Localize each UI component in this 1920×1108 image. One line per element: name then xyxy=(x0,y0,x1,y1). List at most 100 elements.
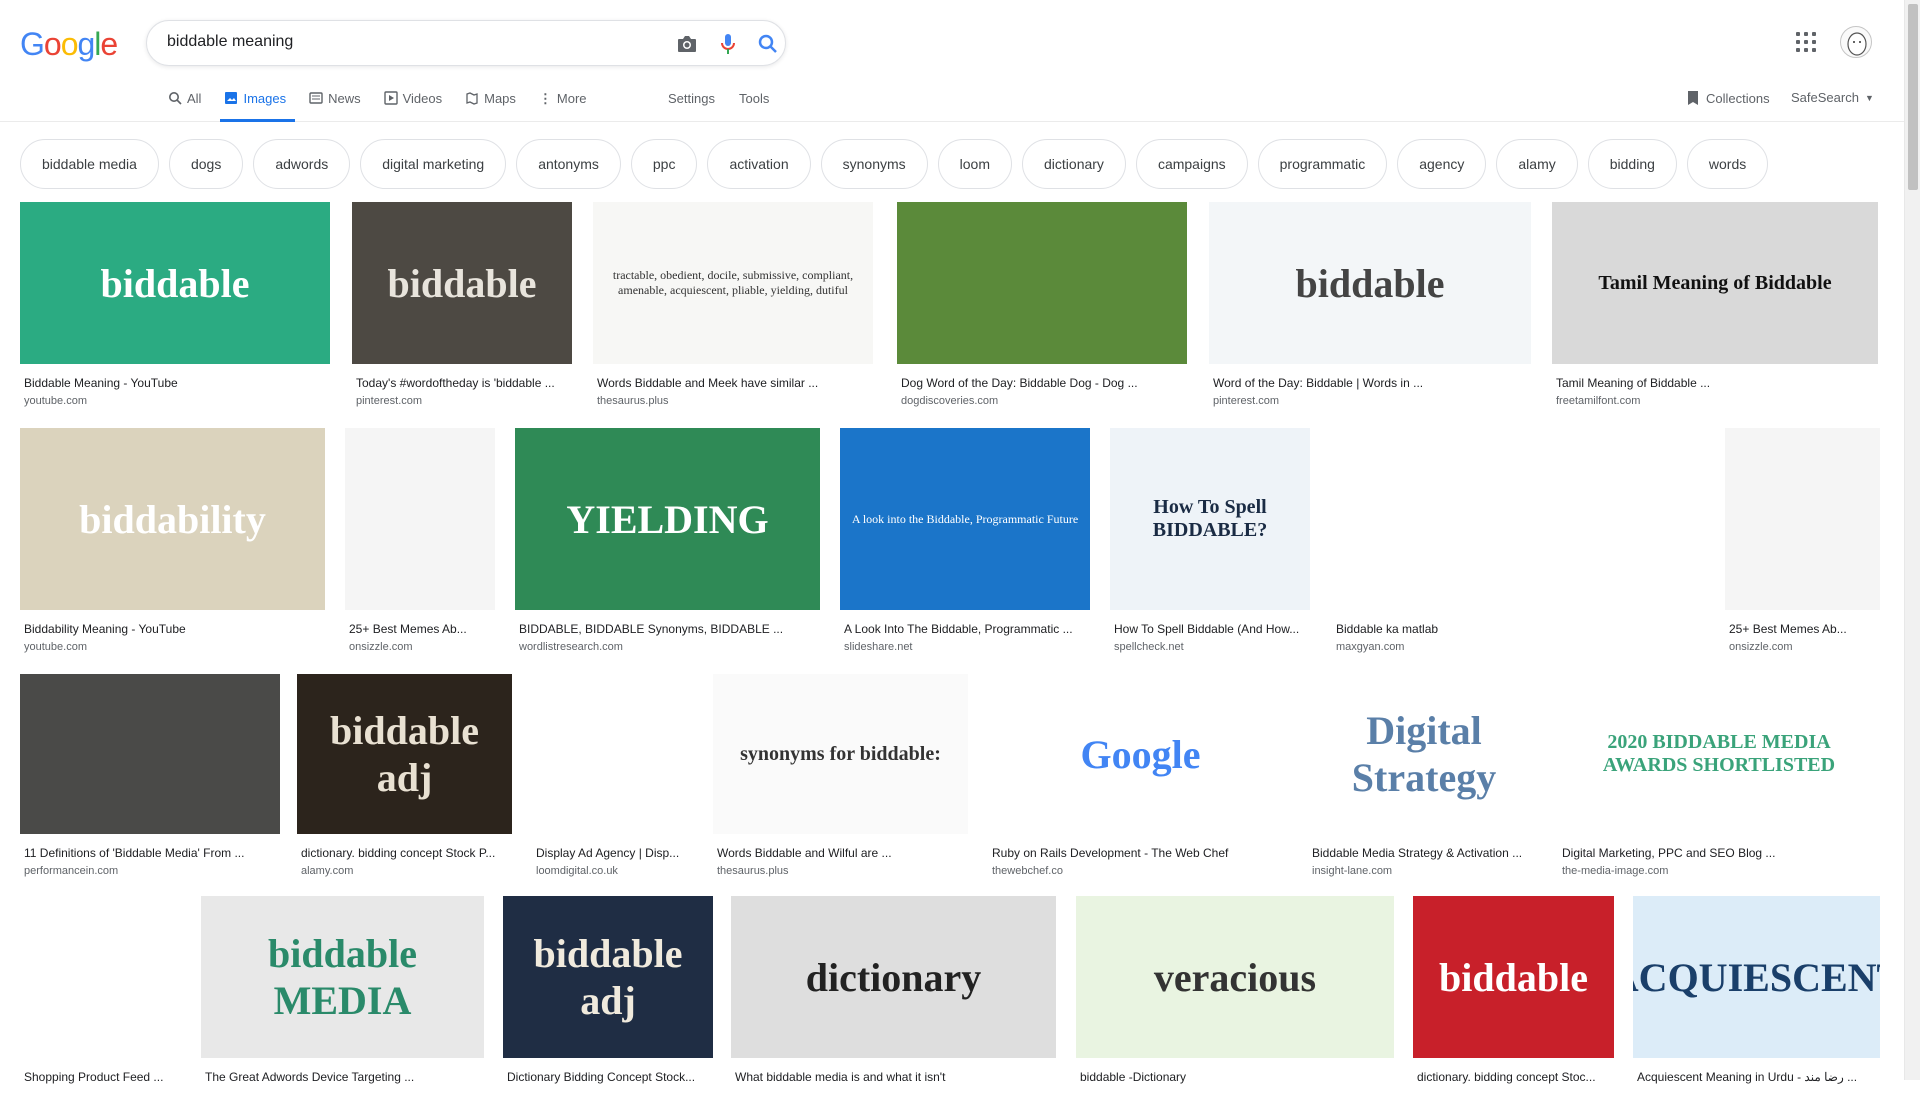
result-source[interactable]: pinterest.com xyxy=(356,395,422,407)
result-source[interactable]: youtube.com xyxy=(24,395,87,407)
image-result[interactable]: ACQUIESCENT Acquiescent Meaning in Urdu -… xyxy=(1633,896,1880,1108)
result-thumbnail[interactable]: Google xyxy=(988,674,1293,834)
search-box[interactable] xyxy=(146,20,786,66)
tab-news[interactable]: News xyxy=(305,86,370,122)
result-thumbnail[interactable]: biddable xyxy=(20,202,330,364)
tab-maps[interactable]: Maps xyxy=(461,86,525,122)
result-thumbnail[interactable] xyxy=(1332,428,1707,610)
result-thumbnail[interactable]: biddable xyxy=(352,202,572,364)
tab-more[interactable]: ⋮ More xyxy=(535,86,596,122)
result-source[interactable]: onsizzle.com xyxy=(349,641,413,653)
result-thumbnail[interactable]: biddable xyxy=(1413,896,1614,1058)
result-caption[interactable]: 25+ Best Memes Ab... xyxy=(1729,622,1878,636)
settings-link[interactable]: Settings xyxy=(668,91,715,106)
related-chip[interactable]: campaigns xyxy=(1135,139,1248,189)
result-thumbnail[interactable]: synonyms for biddable: xyxy=(713,674,968,834)
result-caption[interactable]: Digital Marketing, PPC and SEO Blog ... xyxy=(1562,846,1878,860)
image-result[interactable]: biddable dictionary. bidding concept Stoc… xyxy=(1413,896,1614,1108)
result-source[interactable]: dogdiscoveries.com xyxy=(901,395,998,407)
image-result[interactable]: biddable Word of the Day: Biddable | Word… xyxy=(1209,202,1531,414)
result-caption[interactable]: Biddability Meaning - YouTube xyxy=(24,622,323,636)
result-thumbnail[interactable]: biddable adj xyxy=(297,674,512,834)
tab-videos[interactable]: Videos xyxy=(380,86,452,122)
result-thumbnail[interactable]: biddable MEDIA xyxy=(201,896,484,1058)
microphone-icon[interactable] xyxy=(716,32,740,56)
result-thumbnail[interactable] xyxy=(20,896,183,1058)
result-caption[interactable]: Biddable Media Strategy & Activation ... xyxy=(1312,846,1538,860)
result-thumbnail[interactable] xyxy=(345,428,495,610)
image-result[interactable]: tractable, obedient, docile, submissive,… xyxy=(593,202,873,414)
collections-link[interactable]: Collections xyxy=(1686,90,1770,106)
apps-grid-icon[interactable] xyxy=(1796,32,1816,52)
camera-icon[interactable] xyxy=(675,32,699,56)
result-caption[interactable]: Ruby on Rails Development - The Web Chef xyxy=(992,846,1291,860)
result-caption[interactable]: Biddable ka matlab xyxy=(1336,622,1705,636)
result-thumbnail[interactable] xyxy=(1725,428,1880,610)
result-caption[interactable]: Acquiescent Meaning in Urdu - رضا مند ..… xyxy=(1637,1070,1878,1084)
image-result[interactable]: Tamil Meaning of Biddable Tamil Meaning o… xyxy=(1552,202,1878,414)
result-caption[interactable]: Dictionary Bidding Concept Stock... xyxy=(507,1070,711,1084)
result-caption[interactable]: BIDDABLE, BIDDABLE Synonyms, BIDDABLE ..… xyxy=(519,622,818,636)
image-result[interactable]: Google Ruby on Rails Development - The We… xyxy=(988,674,1293,884)
result-thumbnail[interactable]: Tamil Meaning of Biddable xyxy=(1552,202,1878,364)
image-result[interactable]: biddable Today's #wordoftheday is 'biddab… xyxy=(352,202,572,414)
tools-link[interactable]: Tools xyxy=(739,91,769,106)
result-thumbnail[interactable] xyxy=(20,674,280,834)
result-caption[interactable]: Display Ad Agency | Disp... xyxy=(536,846,695,860)
image-result[interactable]: How To Spell BIDDABLE? How To Spell Bidda… xyxy=(1110,428,1310,660)
related-chip[interactable]: loom xyxy=(937,139,1013,189)
image-result[interactable]: biddable adj Dictionary Bidding Concept S… xyxy=(503,896,713,1108)
result-thumbnail[interactable]: 2020 BIDDABLE MEDIA AWARDS SHORTLISTED xyxy=(1558,674,1880,834)
result-source[interactable]: spellcheck.net xyxy=(1114,641,1184,653)
result-caption[interactable]: A Look Into The Biddable, Programmatic .… xyxy=(844,622,1088,636)
result-thumbnail[interactable] xyxy=(897,202,1187,364)
related-chip[interactable]: alamy xyxy=(1496,139,1578,189)
image-result[interactable]: Shopping Product Feed ... xyxy=(20,896,183,1108)
image-result[interactable]: 11 Definitions of 'Biddable Media' From … xyxy=(20,674,280,884)
tab-all[interactable]: All xyxy=(164,86,210,122)
result-source[interactable]: loomdigital.co.uk xyxy=(536,865,618,877)
result-thumbnail[interactable]: biddable adj xyxy=(503,896,713,1058)
image-result[interactable]: Digital Strategy Biddable Media Strategy … xyxy=(1308,674,1540,884)
google-logo[interactable]: Google xyxy=(20,26,118,63)
result-source[interactable]: alamy.com xyxy=(301,865,353,877)
result-source[interactable]: slideshare.net xyxy=(844,641,913,653)
image-result[interactable]: biddable Biddable Meaning - YouTube youtub… xyxy=(20,202,330,414)
image-result[interactable]: YIELDING BIDDABLE, BIDDABLE Synonyms, BID… xyxy=(515,428,820,660)
image-result[interactable]: biddable MEDIA The Great Adwords Device T… xyxy=(201,896,484,1108)
related-chip[interactable]: ppc xyxy=(630,139,698,189)
result-caption[interactable]: biddable -Dictionary xyxy=(1080,1070,1392,1084)
related-chip[interactable]: programmatic xyxy=(1257,139,1388,189)
image-result[interactable]: biddability Biddability Meaning - YouTube… xyxy=(20,428,325,660)
result-caption[interactable]: The Great Adwords Device Targeting ... xyxy=(205,1070,482,1084)
related-chip[interactable]: activation xyxy=(707,139,811,189)
scrollbar[interactable] xyxy=(1904,0,1920,1080)
result-source[interactable]: performancein.com xyxy=(24,865,118,877)
image-result[interactable]: Dog Word of the Day: Biddable Dog - Dog … xyxy=(897,202,1187,414)
search-input[interactable] xyxy=(167,33,637,51)
image-result[interactable]: 25+ Best Memes Ab... onsizzle.com xyxy=(1725,428,1880,660)
result-caption[interactable]: Biddable Meaning - YouTube xyxy=(24,376,328,390)
result-caption[interactable]: Dog Word of the Day: Biddable Dog - Dog … xyxy=(901,376,1185,390)
image-result[interactable]: synonyms for biddable: Words Biddable and… xyxy=(713,674,968,884)
result-source[interactable]: maxgyan.com xyxy=(1336,641,1404,653)
result-caption[interactable]: dictionary. bidding concept Stock P... xyxy=(301,846,510,860)
result-caption[interactable]: dictionary. bidding concept Stoc... xyxy=(1417,1070,1612,1084)
scrollbar-thumb[interactable] xyxy=(1908,4,1918,190)
result-source[interactable]: thesaurus.plus xyxy=(717,865,789,877)
related-chip[interactable]: dogs xyxy=(168,139,244,189)
result-thumbnail[interactable]: veracious xyxy=(1076,896,1394,1058)
search-icon[interactable] xyxy=(756,32,780,56)
result-caption[interactable]: Tamil Meaning of Biddable ... xyxy=(1556,376,1876,390)
related-chip[interactable]: antonyms xyxy=(516,139,621,189)
related-chip[interactable]: words xyxy=(1686,139,1769,189)
result-source[interactable]: onsizzle.com xyxy=(1729,641,1793,653)
related-chip[interactable]: biddable media xyxy=(20,139,159,189)
image-result[interactable]: biddable adj dictionary. bidding concept … xyxy=(297,674,512,884)
image-result[interactable]: Display Ad Agency | Disp... loomdigital.c… xyxy=(532,674,697,884)
tab-images[interactable]: Images xyxy=(220,86,296,122)
result-caption[interactable]: 11 Definitions of 'Biddable Media' From … xyxy=(24,846,278,860)
result-thumbnail[interactable]: biddability xyxy=(20,428,325,610)
result-caption[interactable]: Shopping Product Feed ... xyxy=(24,1070,181,1084)
result-source[interactable]: youtube.com xyxy=(24,641,87,653)
